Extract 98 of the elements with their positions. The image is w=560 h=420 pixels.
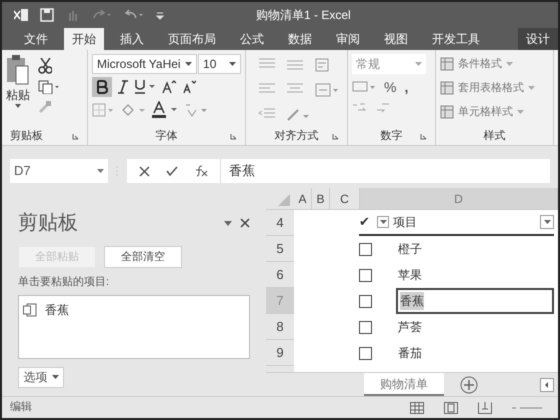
normal-view-icon[interactable] [410,402,424,414]
orientation-icon[interactable] [286,108,310,122]
dialog-launcher-icon[interactable] [332,132,339,140]
table-style-icon [440,105,454,119]
options-button[interactable]: 选项 [18,366,64,388]
font-name-field[interactable]: Microsoft YaHei [92,54,198,74]
checkbox[interactable] [359,346,372,360]
dialog-launcher-icon[interactable] [230,132,237,140]
row-header[interactable]: 5 [266,236,294,262]
group-label: 字体 [156,128,178,144]
cancel-icon[interactable] [139,166,150,176]
row-header[interactable]: 4 [266,210,294,236]
table-cell[interactable]: 苹果 [396,262,554,288]
sheet-tab[interactable]: 购物清单 [364,373,444,396]
copy-icon[interactable] [38,80,60,94]
add-sheet-icon[interactable] [460,376,478,394]
page-break-icon[interactable] [478,402,492,414]
check-header: ✔ [359,213,371,232]
instruction-text: 单击要粘贴的项目: [18,275,110,290]
scroll-left-icon[interactable] [540,378,554,392]
group-label: 样式 [484,128,506,144]
group-label: 数字 [380,128,402,144]
formula-field[interactable]: 香蕉 [221,161,263,181]
table-cell[interactable]: 芦荟 [396,314,554,340]
pane-options-icon[interactable] [224,220,232,226]
caret-icon[interactable] [97,169,104,173]
ribbon-tab[interactable]: 开始 [64,28,104,50]
table-style-icon [440,57,454,71]
table-cell[interactable]: 番茄 [396,340,554,366]
table-cell[interactable]: 橙子 [396,236,554,262]
caret-icon[interactable] [544,220,550,224]
caret-icon[interactable] [52,375,58,380]
dialog-launcher-icon[interactable] [72,132,79,140]
row-header[interactable]: 9 [266,340,294,366]
comma-icon[interactable]: , [404,76,408,98]
function-icon[interactable] [194,165,208,177]
wrap-text-icon[interactable] [314,58,331,72]
percent-icon[interactable]: % [384,76,396,98]
ribbon-tab[interactable]: 文件 [16,28,56,50]
number-format-field[interactable]: 常规 [352,54,426,74]
ribbon-tab[interactable]: 数据 [280,28,320,50]
close-icon[interactable] [240,218,250,228]
bold-icon[interactable] [92,77,112,97]
save-icon[interactable] [40,8,54,22]
caret-icon[interactable] [15,104,21,108]
checkbox[interactable] [359,242,372,256]
group-label: 对齐方式 [274,128,318,144]
caret-icon[interactable] [185,62,192,66]
page-layout-icon[interactable] [444,402,458,414]
ribbon-tab[interactable]: 设计 [518,28,558,50]
clipboard-item[interactable]: 香蕉 [45,300,69,318]
status-text: 编辑 [10,400,32,416]
dialog-launcher-icon[interactable] [420,132,427,140]
zoom-slider-icon[interactable] [512,404,542,410]
column-header[interactable]: B [312,188,330,209]
ribbon-tab[interactable]: 审阅 [328,28,368,50]
currency-icon[interactable] [352,80,376,94]
merge-icon[interactable] [314,83,339,97]
italic-icon[interactable] [118,80,128,94]
ribbon-tab[interactable]: 开发工具 [424,28,488,50]
excel-clip-icon [23,302,37,316]
group-label: 剪贴板 [10,128,43,144]
table-style-icon [440,81,454,95]
table-header: 项目 [393,214,418,231]
checkbox[interactable] [359,294,372,308]
row-header[interactable]: 8 [266,314,294,340]
paste-label[interactable]: 粘贴 [6,86,30,104]
styles-button[interactable]: 条件格式 [440,54,549,74]
app-icon [14,9,28,21]
table-cell[interactable]: 香蕉 [396,288,554,314]
font-color-icon[interactable] [152,101,178,119]
ribbon-tab[interactable]: 视图 [376,28,416,50]
customize-icon[interactable] [156,10,164,20]
styles-button[interactable]: 单元格样式 [440,102,549,122]
decrease-font-icon[interactable] [182,80,196,94]
checkbox[interactable] [359,268,372,282]
name-box[interactable]: D7 [10,159,108,183]
caret-icon[interactable] [380,220,386,224]
ribbon-tab[interactable]: 公式 [232,28,272,50]
underline-icon[interactable] [134,79,156,95]
ribbon-tab[interactable]: 页面布局 [160,28,224,50]
pane-button[interactable]: 全部清空 [104,246,182,268]
filter-button[interactable] [377,216,389,228]
phonetic-icon[interactable] [184,102,208,118]
ribbon-tab[interactable]: 插入 [112,28,152,50]
column-header[interactable]: A [294,188,312,209]
styles-button[interactable]: 套用表格格式 [440,78,549,98]
enter-icon[interactable] [166,166,178,176]
filter-button[interactable] [540,215,554,229]
font-size-field[interactable]: 10 [198,54,241,74]
scissors-icon[interactable] [38,58,52,74]
window-title: 购物清单1 - Excel [256,7,351,24]
pane-title: 剪贴板 [18,211,78,236]
fill-color-icon[interactable] [120,102,146,118]
paste-icon[interactable] [6,54,30,86]
checkbox[interactable] [359,320,372,334]
caret-icon[interactable] [229,62,236,66]
increase-font-icon[interactable] [162,80,176,94]
